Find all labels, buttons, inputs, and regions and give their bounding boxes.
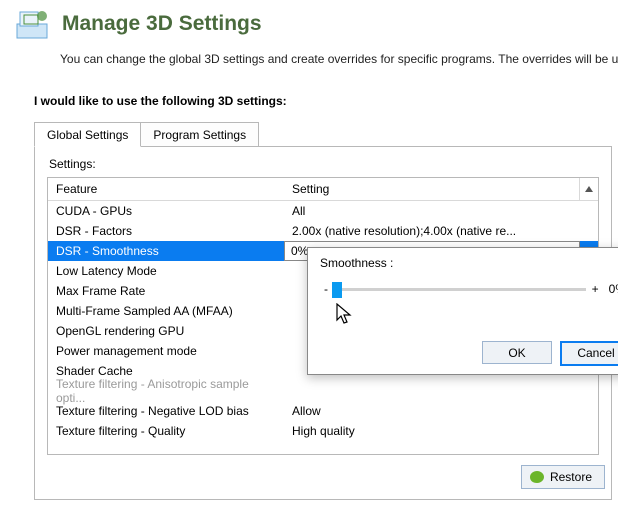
table-row[interactable]: Texture filtering - Anisotropic sample o… [48, 381, 598, 401]
nvidia-logo-icon [530, 471, 544, 483]
ok-button[interactable]: OK [482, 341, 552, 364]
slider-thumb[interactable] [332, 282, 342, 298]
settings-label: Settings: [49, 157, 599, 171]
cancel-button[interactable]: Cancel [560, 341, 618, 366]
col-header-setting[interactable]: Setting [284, 178, 579, 200]
table-row[interactable]: Texture filtering - QualityHigh quality [48, 421, 598, 441]
tab-program-settings[interactable]: Program Settings [141, 122, 259, 147]
scroll-up-icon[interactable] [579, 178, 598, 200]
tab-global-settings[interactable]: Global Settings [34, 122, 141, 147]
intro-text: You can change the global 3D settings an… [0, 42, 618, 66]
page-title: Manage 3D Settings [62, 12, 262, 36]
col-header-feature[interactable]: Feature [48, 178, 284, 200]
section-label: I would like to use the following 3D set… [34, 94, 618, 108]
table-row[interactable]: DSR - Factors2.00x (native resolution);4… [48, 221, 598, 241]
popup-label: Smoothness : [320, 256, 618, 270]
nvidia-cp-icon [14, 6, 50, 42]
slider-minus: - [324, 282, 328, 296]
smoothness-slider[interactable] [334, 288, 586, 291]
slider-value: 0% [609, 282, 618, 296]
dropdown-value: 0% [291, 244, 308, 258]
restore-button[interactable]: Restore [521, 465, 605, 489]
table-row[interactable]: Texture filtering - Negative LOD biasAll… [48, 401, 598, 421]
slider-plus: + [592, 282, 599, 296]
restore-label: Restore [550, 470, 592, 484]
cursor-icon [336, 303, 354, 327]
smoothness-popup: Smoothness : - + 0% OK Cancel [307, 247, 618, 375]
table-row[interactable]: CUDA - GPUsAll [48, 201, 598, 221]
